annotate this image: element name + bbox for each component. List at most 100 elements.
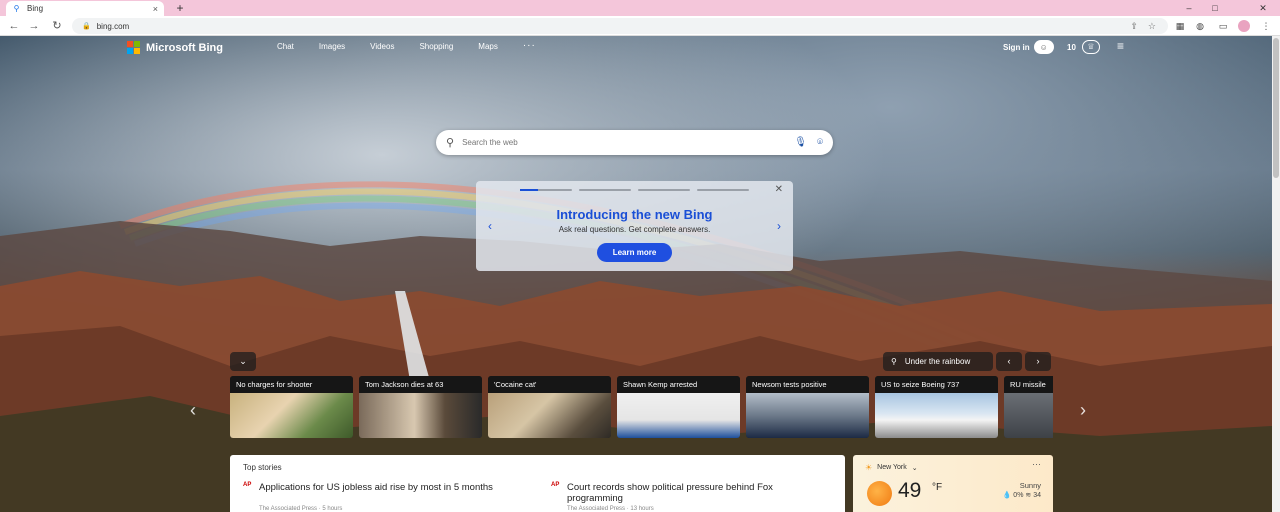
- top-stories-panel: Top stories AP Applications for US joble…: [230, 455, 845, 512]
- reload-icon[interactable]: ↻: [49, 18, 65, 34]
- more-icon[interactable]: ···: [523, 41, 536, 52]
- news-card[interactable]: No charges for shooter: [230, 376, 353, 438]
- weather-condition: Sunny: [1019, 481, 1041, 490]
- top-stories-heading: Top stories: [243, 463, 282, 472]
- logo-text: Microsoft Bing: [146, 41, 223, 54]
- slide-dot[interactable]: [579, 189, 631, 191]
- background-image: [0, 181, 1272, 512]
- maximize-icon[interactable]: □: [1202, 0, 1228, 16]
- news-card-title: RU missile: [1004, 376, 1053, 393]
- sun-icon: ☀: [865, 463, 873, 472]
- new-tab-button[interactable]: +: [172, 0, 188, 16]
- sign-in-label: Sign in: [1003, 42, 1030, 52]
- menu-kebab-icon[interactable]: ⋮: [1260, 20, 1272, 32]
- lock-icon: 🔒: [82, 23, 91, 30]
- carousel-prev-icon[interactable]: ‹: [190, 400, 196, 421]
- scrollbar-thumb[interactable]: [1273, 38, 1279, 178]
- image-caption: Under the rainbow: [904, 357, 971, 366]
- news-card[interactable]: 'Cocaine cat': [488, 376, 611, 438]
- close-window-icon[interactable]: ✕: [1250, 0, 1276, 16]
- story-headline[interactable]: Court records show political pressure be…: [567, 482, 807, 504]
- sidebar-icon[interactable]: ▭: [1217, 20, 1229, 32]
- search-input[interactable]: [462, 138, 785, 147]
- news-card[interactable]: Tom Jackson dies at 63: [359, 376, 482, 438]
- sunny-weather-icon: [867, 481, 892, 506]
- more-options-icon[interactable]: ···: [1032, 459, 1041, 469]
- promo-card: ✕ ‹ › Introducing the new Bing Ask real …: [476, 181, 793, 271]
- news-card[interactable]: Shawn Kemp arrested: [617, 376, 740, 438]
- promo-subtitle: Ask real questions. Get complete answers…: [558, 225, 711, 234]
- news-card-image: [746, 393, 869, 438]
- next-image-button[interactable]: ›: [1025, 352, 1051, 371]
- chevron-down-icon[interactable]: ⌄: [230, 352, 256, 371]
- precipitation: 0%: [1013, 492, 1024, 499]
- nav-maps[interactable]: Maps: [478, 42, 498, 52]
- news-card-title: Newsom tests positive: [746, 376, 869, 393]
- location-pin-icon: ⚲: [891, 357, 897, 366]
- camera-icon[interactable]: ⌾: [817, 137, 823, 148]
- search-box[interactable]: ⚲ 🎙 ⌾: [436, 130, 833, 155]
- hamburger-icon[interactable]: ≡: [1117, 40, 1124, 52]
- user-icon: ☺: [1033, 40, 1054, 54]
- bookmark-star-icon[interactable]: ☆: [1148, 18, 1156, 34]
- nav-videos[interactable]: Videos: [370, 42, 394, 52]
- ap-logo: AP: [551, 482, 560, 488]
- image-info-button[interactable]: ⚲ Under the rainbow: [883, 352, 993, 371]
- news-card-title: No charges for shooter: [230, 376, 353, 393]
- microphone-icon[interactable]: 🎙: [794, 137, 807, 148]
- news-card-image: [488, 393, 611, 438]
- news-card-image: [875, 393, 998, 438]
- nav-chat[interactable]: Chat: [277, 42, 294, 52]
- rewards-count: 10: [1067, 42, 1076, 52]
- previous-image-button[interactable]: ‹: [996, 352, 1022, 371]
- carousel-next-icon[interactable]: ›: [1080, 400, 1086, 421]
- story-headline[interactable]: Applications for US jobless aid rise by …: [259, 482, 499, 493]
- story-source: The Associated Press · 13 hours: [567, 506, 654, 512]
- minimize-icon[interactable]: –: [1176, 0, 1202, 16]
- tab-title: Bing: [27, 4, 44, 13]
- puzzle-icon[interactable]: [1198, 20, 1210, 32]
- news-card-image: [359, 393, 482, 438]
- news-card-title: Shawn Kemp arrested: [617, 376, 740, 393]
- back-arrow-icon[interactable]: ←: [6, 18, 22, 34]
- slide-dot[interactable]: [638, 189, 690, 191]
- browser-tab-bar: ⚲ Bing × + – □ ✕: [0, 0, 1280, 16]
- slide-dot[interactable]: [520, 189, 572, 191]
- share-icon[interactable]: ⇪: [1130, 18, 1138, 34]
- rewards-button[interactable]: 10 ♕: [1067, 40, 1100, 54]
- close-icon[interactable]: ✕: [775, 184, 783, 195]
- promo-slide-indicator: [520, 189, 756, 191]
- bing-logo[interactable]: Microsoft Bing: [127, 41, 223, 54]
- news-card-image: [230, 393, 353, 438]
- browser-tab[interactable]: ⚲ Bing ×: [6, 1, 164, 16]
- temperature-unit[interactable]: °F: [932, 482, 942, 493]
- promo-title: Introducing the new Bing: [556, 207, 713, 222]
- air-quality-value: 34: [1033, 492, 1041, 499]
- slide-dot[interactable]: [697, 189, 749, 191]
- ap-logo: AP: [243, 482, 252, 488]
- nav-images[interactable]: Images: [319, 42, 345, 52]
- sign-in-button[interactable]: Sign in ☺: [1003, 40, 1054, 54]
- weather-location[interactable]: ☀ New York ⌄: [865, 463, 918, 472]
- extension-icon[interactable]: ▦: [1174, 20, 1186, 32]
- trophy-icon: ♕: [1081, 40, 1100, 54]
- top-nav: Chat Images Videos Shopping Maps ···: [277, 41, 536, 52]
- address-bar[interactable]: 🔒 bing.com ⇪ ☆: [72, 18, 1168, 34]
- nav-shopping[interactable]: Shopping: [419, 42, 453, 52]
- forward-arrow-icon[interactable]: →: [26, 18, 42, 34]
- news-card-image: [617, 393, 740, 438]
- search-icon: ⚲: [13, 4, 20, 13]
- close-icon[interactable]: ×: [153, 4, 158, 14]
- air-quality-icon: ≋: [1025, 492, 1032, 499]
- news-card[interactable]: US to seize Boeing 737: [875, 376, 998, 438]
- profile-avatar-icon[interactable]: [1238, 20, 1250, 32]
- weather-widget[interactable]: ☀ New York ⌄ ··· 49 °F Sunny 💧 0% ≋ 34: [853, 455, 1053, 512]
- news-card[interactable]: RU missile: [1004, 376, 1053, 438]
- microsoft-logo-icon: [127, 41, 140, 54]
- news-card[interactable]: Newsom tests positive: [746, 376, 869, 438]
- news-card-image: [1004, 393, 1053, 438]
- search-icon: ⚲: [446, 137, 455, 149]
- news-card-title: 'Cocaine cat': [488, 376, 611, 393]
- story-source: The Associated Press · 5 hours: [259, 506, 343, 512]
- learn-more-button[interactable]: Learn more: [597, 243, 672, 262]
